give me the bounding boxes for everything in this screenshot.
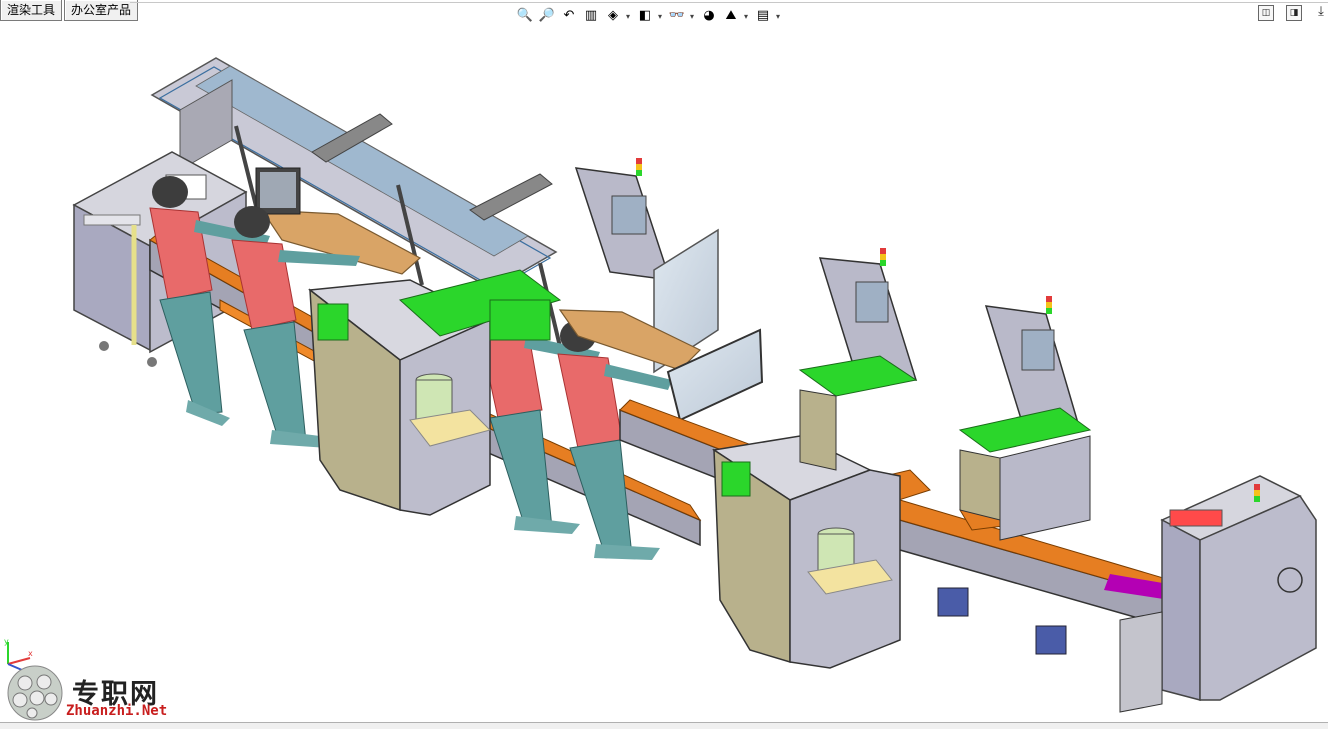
svg-text:x: x (28, 649, 33, 658)
view-orientation-icon[interactable]: ◈ (604, 7, 622, 25)
top-divider (130, 2, 1328, 3)
chevron-down-icon[interactable]: ▾ (688, 12, 696, 21)
tab-render-tools[interactable]: 渲染工具 (0, 0, 63, 21)
heads-up-view-toolbar: 🔍 🔎 ↶ ▥ ◈ ▾ ◧ ▾ 👓 ▾ ◕ ⛰ ▾ ▤ ▾ (514, 5, 784, 27)
control-panel-tower-3 (958, 296, 1092, 541)
chevron-down-icon[interactable]: ▾ (656, 12, 664, 21)
view-settings-icon[interactable]: ▤ (754, 7, 772, 25)
zoom-to-fit-icon[interactable]: 🔍 (516, 7, 534, 25)
tab-office-products[interactable]: 办公室产品 (64, 0, 139, 21)
control-panel-tower-1 (574, 158, 672, 281)
section-view-icon[interactable]: ▥ (582, 7, 600, 25)
tile-icon[interactable]: ◨ (1286, 5, 1302, 21)
minimize-icon[interactable]: ⤓ (1314, 5, 1328, 19)
edit-appearance-icon[interactable]: ◕ (700, 7, 718, 25)
graphics-area[interactable] (0, 28, 1328, 723)
zoom-to-area-icon[interactable]: 🔎 (538, 7, 556, 25)
top-tab-bar: 渲染工具 办公室产品 (0, 0, 140, 22)
chevron-down-icon[interactable]: ▾ (624, 12, 632, 21)
previous-view-icon[interactable]: ↶ (560, 7, 578, 25)
display-style-icon[interactable]: ◧ (636, 7, 654, 25)
chevron-down-icon[interactable]: ▾ (774, 12, 782, 21)
restore-icon[interactable]: ◫ (1258, 5, 1274, 21)
watermark-url: Zhuanzhi.Net (66, 703, 168, 719)
hide-show-items-icon[interactable]: 👓 (668, 7, 686, 25)
svg-text:y: y (4, 637, 9, 646)
control-panel-tower-2 (798, 248, 918, 471)
watermark-logo-icon (7, 665, 63, 721)
chevron-down-icon[interactable]: ▾ (742, 12, 750, 21)
assembly-station-2 (711, 435, 901, 669)
status-bar (0, 722, 1328, 729)
window-controls: ◫ ◨ ⤓ (1246, 5, 1328, 21)
apply-scene-icon[interactable]: ⛰ (722, 7, 740, 25)
